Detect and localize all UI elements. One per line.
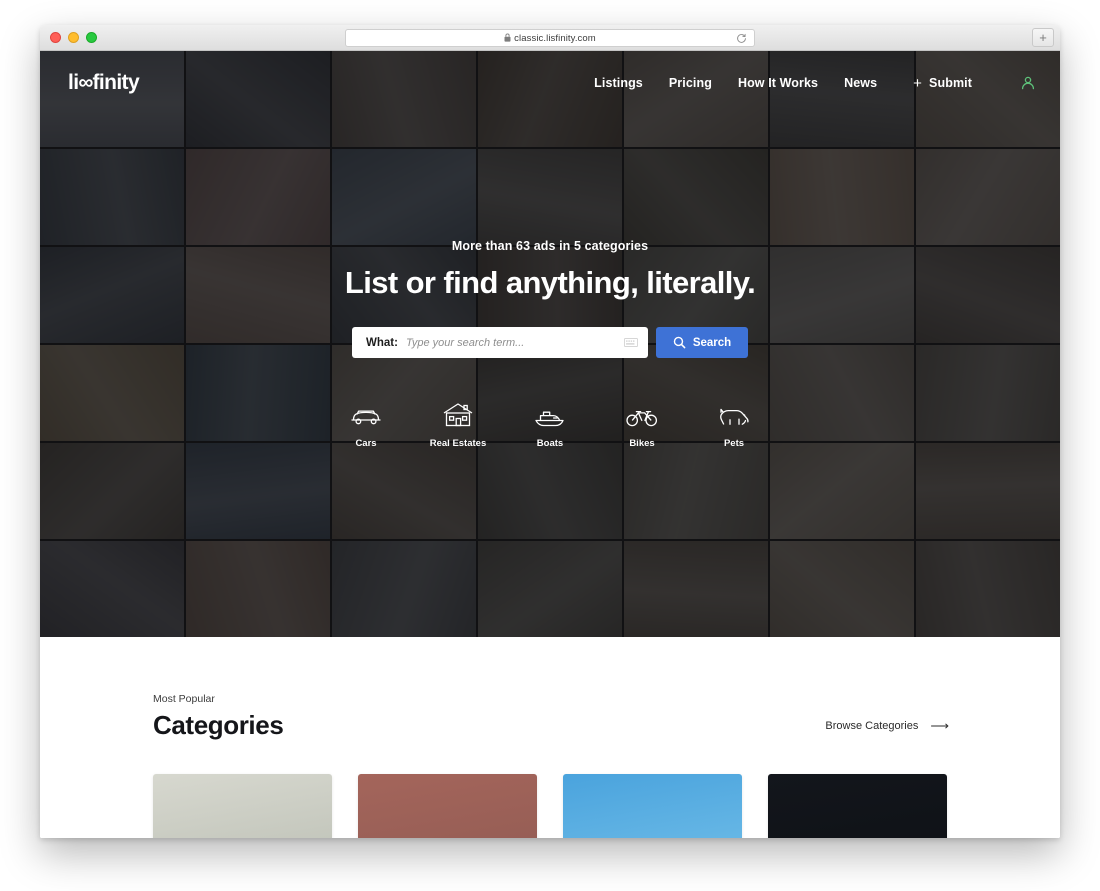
category-card[interactable] bbox=[358, 774, 537, 838]
reload-icon[interactable] bbox=[736, 33, 747, 44]
nav-item-news[interactable]: News bbox=[844, 76, 877, 90]
maximize-window-button[interactable] bbox=[86, 32, 97, 43]
user-icon[interactable] bbox=[1020, 75, 1036, 91]
window-controls[interactable] bbox=[50, 32, 97, 43]
category-shortcut-bikes[interactable]: Bikes bbox=[611, 402, 673, 449]
category-shortcut-real-estates[interactable]: Real Estates bbox=[427, 402, 489, 449]
browse-categories-link[interactable]: Browse Categories ⟶ bbox=[825, 718, 949, 734]
category-shortcut-boats[interactable]: Boats bbox=[519, 402, 581, 449]
category-shortcut-label: Cars bbox=[355, 438, 377, 449]
section-header: Most Popular Categories Browse Categorie… bbox=[40, 693, 1060, 738]
bicycle-icon bbox=[625, 402, 659, 428]
browser-window: classic.lisfinity.com + li ∞ finity Listin… bbox=[40, 25, 1060, 838]
browser-chrome: classic.lisfinity.com + bbox=[40, 25, 1060, 51]
infinity-icon: ∞ bbox=[78, 71, 93, 94]
category-card-photo bbox=[153, 774, 332, 838]
nav-item-how-it-works[interactable]: How It Works bbox=[738, 76, 818, 90]
page-title: Categories bbox=[153, 710, 284, 740]
hero-kicker-text: More than 63 ads in 5 categories bbox=[451, 239, 649, 253]
hero-title: List or find anything, literally. bbox=[344, 265, 756, 300]
nav-item-pricing[interactable]: Pricing bbox=[669, 76, 712, 90]
page-viewport: li ∞ finity Listings Pricing How It Works … bbox=[40, 51, 1060, 838]
category-shortcut-label: Real Estates bbox=[429, 438, 487, 449]
category-shortcut-cars[interactable]: Cars bbox=[335, 402, 397, 449]
main-navigation: Listings Pricing How It Works News + Sub… bbox=[594, 75, 1036, 91]
url-text-wrap: classic.lisfinity.com bbox=[504, 33, 596, 44]
category-card[interactable] bbox=[563, 774, 742, 838]
arrow-right-icon: ⟶ bbox=[930, 718, 949, 733]
category-shortcut-label: Boats bbox=[536, 438, 564, 449]
car-icon bbox=[349, 402, 383, 428]
search-button[interactable]: Search bbox=[656, 327, 748, 358]
category-card[interactable] bbox=[153, 774, 332, 838]
search-icon bbox=[673, 336, 686, 349]
address-bar[interactable]: classic.lisfinity.com bbox=[345, 29, 755, 47]
plus-icon: + bbox=[913, 74, 923, 92]
category-card[interactable] bbox=[768, 774, 947, 838]
submit-label: Submit bbox=[929, 76, 972, 90]
nav-item-listings[interactable]: Listings bbox=[594, 76, 643, 90]
lock-icon bbox=[504, 33, 511, 42]
category-card-photo bbox=[358, 774, 537, 838]
section-heading-group: Most Popular Categories bbox=[153, 693, 284, 740]
keyboard-icon[interactable] bbox=[624, 337, 638, 348]
close-window-button[interactable] bbox=[50, 32, 61, 43]
site-header: li ∞ finity Listings Pricing How It Works … bbox=[40, 51, 1060, 115]
hero-content: More than 63 ads in 5 categories List or… bbox=[40, 239, 1060, 449]
minimize-window-button[interactable] bbox=[68, 32, 79, 43]
search-what-label: What: bbox=[366, 336, 398, 349]
search-input[interactable] bbox=[405, 336, 624, 349]
hero-section: li ∞ finity Listings Pricing How It Works … bbox=[40, 51, 1060, 637]
logo-text-post: finity bbox=[92, 71, 140, 94]
category-shortcuts: Cars Real Estates Boats Bikes Pets bbox=[40, 402, 1060, 449]
category-shortcut-label: Bikes bbox=[629, 438, 655, 449]
section-kicker: Most Popular bbox=[153, 693, 215, 705]
site-logo[interactable]: li ∞ finity bbox=[68, 71, 140, 95]
category-shortcut-label: Pets bbox=[723, 438, 745, 449]
url-value: classic.lisfinity.com bbox=[514, 32, 596, 44]
search-field-wrapper[interactable]: What: bbox=[352, 327, 648, 358]
submit-ad-button[interactable]: + Submit bbox=[913, 76, 972, 91]
house-icon bbox=[442, 402, 474, 428]
categories-section: Most Popular Categories Browse Categorie… bbox=[40, 637, 1060, 838]
boat-icon bbox=[533, 402, 567, 428]
dog-icon bbox=[718, 402, 750, 428]
category-card-photo bbox=[563, 774, 742, 838]
category-card-grid bbox=[40, 774, 1060, 838]
hero-search-form: What: Type your search term... Search bbox=[40, 327, 1060, 358]
browse-categories-label: Browse Categories bbox=[825, 720, 919, 732]
search-button-label: Search bbox=[692, 336, 732, 349]
new-tab-button[interactable]: + bbox=[1032, 28, 1054, 47]
category-card-photo bbox=[768, 774, 947, 838]
logo-text-pre: li bbox=[68, 71, 79, 94]
category-shortcut-pets[interactable]: Pets bbox=[703, 402, 765, 449]
